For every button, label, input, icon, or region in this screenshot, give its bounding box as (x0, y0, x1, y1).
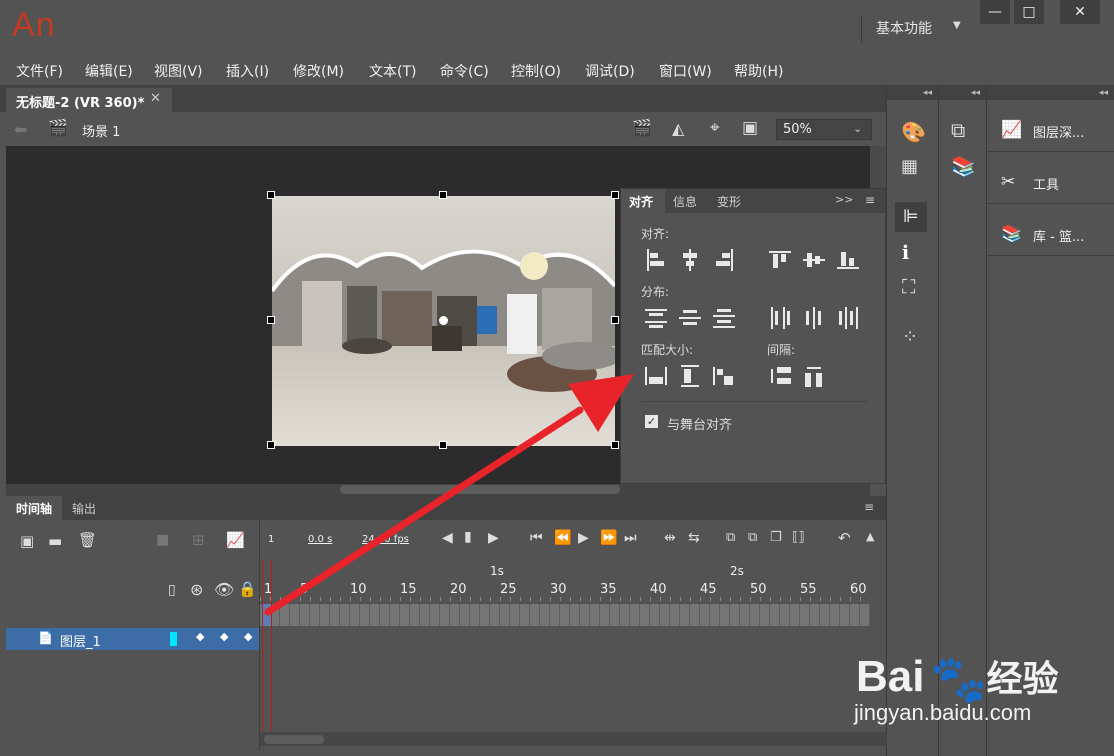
watermark-brand-text: Bai (856, 652, 925, 701)
watermark-url: jingyan.baidu.com (854, 700, 1032, 725)
watermark-brand-suffix: 经验 (986, 658, 1059, 699)
annotation-arrow (264, 374, 634, 616)
baidu-paw-icon: 🐾 (930, 652, 988, 706)
